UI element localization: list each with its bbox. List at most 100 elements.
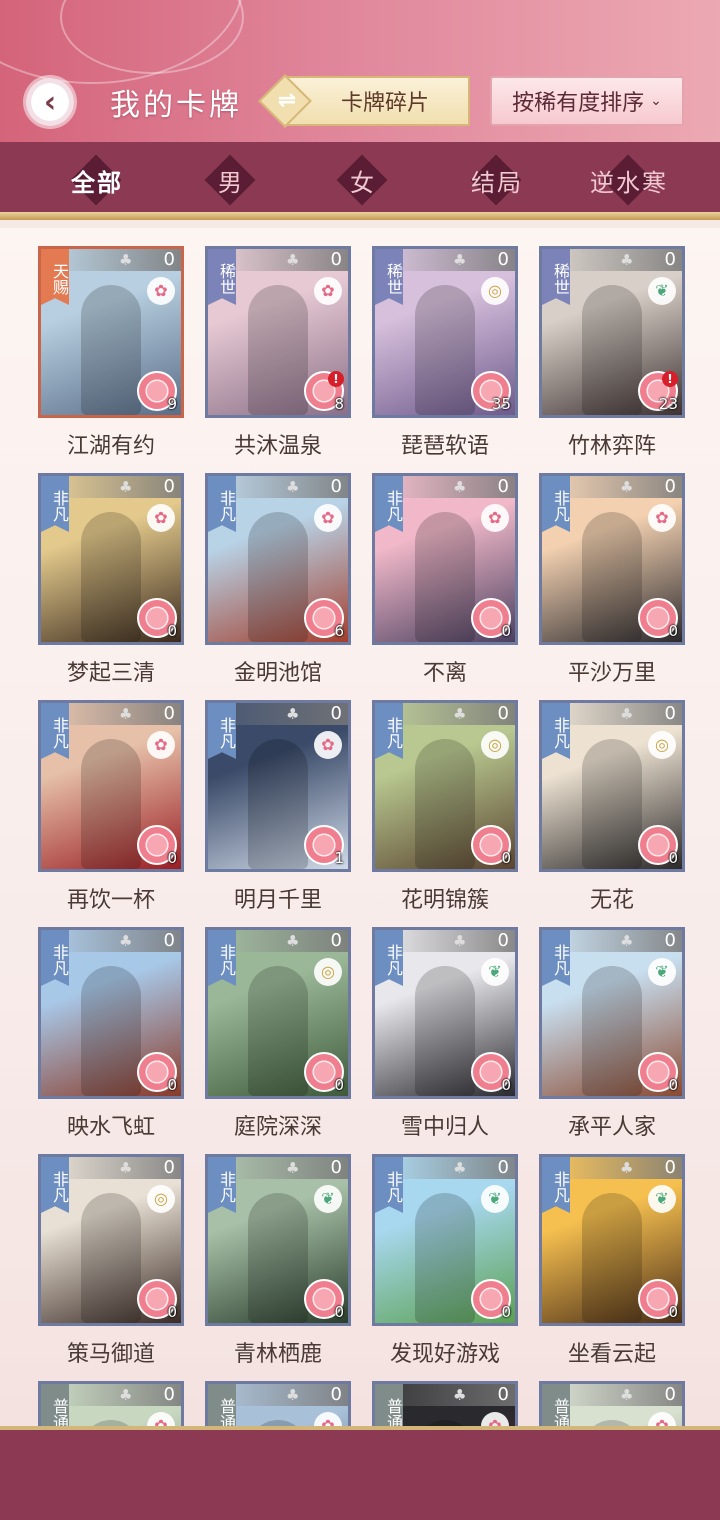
rarity-badge: 非凡 — [41, 1157, 69, 1213]
tab-all[interactable]: 全部 — [42, 154, 152, 206]
leaf-emblem-icon: ❦ — [481, 1185, 509, 1213]
tab-female[interactable]: 女 — [308, 154, 418, 206]
card[interactable]: 非凡 ♣ 0 0 — [38, 927, 184, 1099]
club-icon: ♣ — [119, 478, 133, 496]
card-name[interactable]: 不离 — [360, 655, 530, 687]
club-icon: ♣ — [119, 1159, 133, 1177]
card[interactable]: 非凡 ♣ 0 ◎ 0 — [38, 1154, 184, 1326]
fragment-number: 0 — [167, 849, 177, 867]
card[interactable]: 非凡 ♣ 0 ✿ 6 — [205, 473, 351, 645]
card[interactable]: 非凡 ♣ 0 ❦ 0 — [539, 927, 685, 1099]
club-icon: ♣ — [119, 705, 133, 723]
medallion-center — [481, 1289, 501, 1309]
card-name[interactable]: 花明锦簇 — [360, 882, 530, 914]
card[interactable]: 非凡 ♣ 0 ❦ 0 — [205, 1154, 351, 1326]
club-icon: ♣ — [119, 251, 133, 269]
card-name[interactable]: 发现好游戏 — [360, 1336, 530, 1368]
card[interactable]: 非凡 ♣ 0 ❦ 0 — [539, 1154, 685, 1326]
card[interactable]: 普通 ♣ 0 ✿ — [372, 1381, 518, 1426]
tab-label: 逆水寒 — [590, 168, 668, 197]
rarity-badge: 非凡 — [375, 703, 403, 759]
card-count: 0 — [330, 476, 342, 497]
card-count: 0 — [664, 703, 676, 724]
club-icon: ♣ — [286, 251, 300, 269]
card[interactable]: 非凡 ♣ 0 ◎ 0 — [372, 700, 518, 872]
fragment-number: 0 — [334, 1076, 344, 1094]
card-name[interactable]: 共沐温泉 — [193, 428, 363, 460]
card-name[interactable]: 江湖有约 — [26, 428, 196, 460]
card[interactable]: 普通 ♣ 0 ✿ — [205, 1381, 351, 1426]
plum-emblem-icon: ✿ — [314, 504, 342, 532]
card[interactable]: 非凡 ♣ 0 ✿ 0 — [38, 473, 184, 645]
card-figure — [582, 512, 642, 642]
card-count: 0 — [163, 930, 175, 951]
sort-dropdown[interactable]: 按稀有度排序 ⌄ — [490, 76, 684, 126]
card-name[interactable]: 梦起三清 — [26, 655, 196, 687]
fragment-number: 8 — [334, 395, 344, 413]
back-button[interactable]: ‹ — [24, 76, 76, 128]
card-name[interactable]: 坐看云起 — [527, 1336, 697, 1368]
fragment-number: 0 — [501, 1076, 511, 1094]
card-fragments-button[interactable]: 卡牌碎片 ⇌ — [258, 74, 470, 128]
card-name[interactable]: 策马御道 — [26, 1336, 196, 1368]
rarity-badge: 普通 — [542, 1384, 570, 1426]
card[interactable]: 普通 ♣ 0 ✿ — [539, 1381, 685, 1426]
card-grid: 天赐 ♣ 0 ✿ 9 江湖有约 稀世 ♣ 0 ✿ 8! 共沐温泉 稀世 ♣ 0 ◎ 35 琵琶软语 稀世 ♣ 0 ❦ 23!… — [0, 228, 720, 1426]
club-icon: ♣ — [286, 478, 300, 496]
card-figure — [248, 1193, 308, 1323]
coin-emblem-icon: ◎ — [481, 277, 509, 305]
fragment-number: 0 — [668, 1076, 678, 1094]
sort-label: 按稀有度排序 — [512, 91, 645, 116]
divider — [0, 212, 720, 220]
rarity-badge: 非凡 — [375, 1157, 403, 1213]
card-name[interactable]: 再饮一杯 — [26, 882, 196, 914]
fragment-number: 0 — [167, 622, 177, 640]
card-figure — [415, 966, 475, 1096]
plum-emblem-icon: ✿ — [648, 504, 676, 532]
card[interactable]: 稀世 ♣ 0 ❦ 23! — [539, 246, 685, 418]
card[interactable]: 非凡 ♣ 0 ✿ 0 — [539, 473, 685, 645]
card-count: 0 — [664, 1384, 676, 1405]
card[interactable]: 稀世 ♣ 0 ✿ 8! — [205, 246, 351, 418]
tab-label: 男 — [218, 168, 244, 197]
club-icon: ♣ — [453, 251, 467, 269]
card[interactable]: 非凡 ♣ 0 ✿ 0 — [38, 700, 184, 872]
card[interactable]: 非凡 ♣ 0 ❦ 0 — [372, 1154, 518, 1326]
card-figure — [81, 512, 141, 642]
card-name[interactable]: 竹林弈阵 — [527, 428, 697, 460]
card[interactable]: 非凡 ♣ 0 ✿ 1 — [205, 700, 351, 872]
card[interactable]: 普通 ♣ 0 ✿ — [38, 1381, 184, 1426]
fragment-number: 1 — [334, 849, 344, 867]
card-name[interactable]: 承平人家 — [527, 1109, 697, 1141]
card-name[interactable]: 映水飞虹 — [26, 1109, 196, 1141]
club-icon: ♣ — [620, 478, 634, 496]
card-name[interactable]: 庭院深深 — [193, 1109, 363, 1141]
medallion-center — [147, 381, 167, 401]
fragment-number: 23 — [658, 395, 678, 413]
tab-ending[interactable]: 结局 — [442, 154, 552, 206]
card[interactable]: 非凡 ♣ 0 ◎ 0 — [539, 700, 685, 872]
card-name[interactable]: 琵琶软语 — [360, 428, 530, 460]
card-figure — [415, 285, 475, 415]
card[interactable]: 非凡 ♣ 0 ✿ 0 — [372, 473, 518, 645]
rarity-badge: 非凡 — [208, 476, 236, 532]
card-name[interactable]: 明月千里 — [193, 882, 363, 914]
card-name[interactable]: 青林栖鹿 — [193, 1336, 363, 1368]
rarity-badge: 天赐 — [41, 249, 69, 305]
club-icon: ♣ — [119, 1386, 133, 1404]
card-count: 0 — [163, 1384, 175, 1405]
fragment-number: 0 — [501, 622, 511, 640]
card-name[interactable]: 平沙万里 — [527, 655, 697, 687]
back-arrow-icon: ‹ — [26, 78, 74, 126]
tab-nishuihan[interactable]: 逆水寒 — [574, 154, 684, 206]
card-name[interactable]: 金明池馆 — [193, 655, 363, 687]
club-icon: ♣ — [286, 1159, 300, 1177]
card[interactable]: 非凡 ♣ 0 ◎ 0 — [205, 927, 351, 1099]
fragment-number: 0 — [668, 1303, 678, 1321]
card[interactable]: 稀世 ♣ 0 ◎ 35 — [372, 246, 518, 418]
card-name[interactable]: 无花 — [527, 882, 697, 914]
tab-male[interactable]: 男 — [176, 154, 286, 206]
card[interactable]: 天赐 ♣ 0 ✿ 9 — [38, 246, 184, 418]
card-name[interactable]: 雪中归人 — [360, 1109, 530, 1141]
card[interactable]: 非凡 ♣ 0 ❦ 0 — [372, 927, 518, 1099]
